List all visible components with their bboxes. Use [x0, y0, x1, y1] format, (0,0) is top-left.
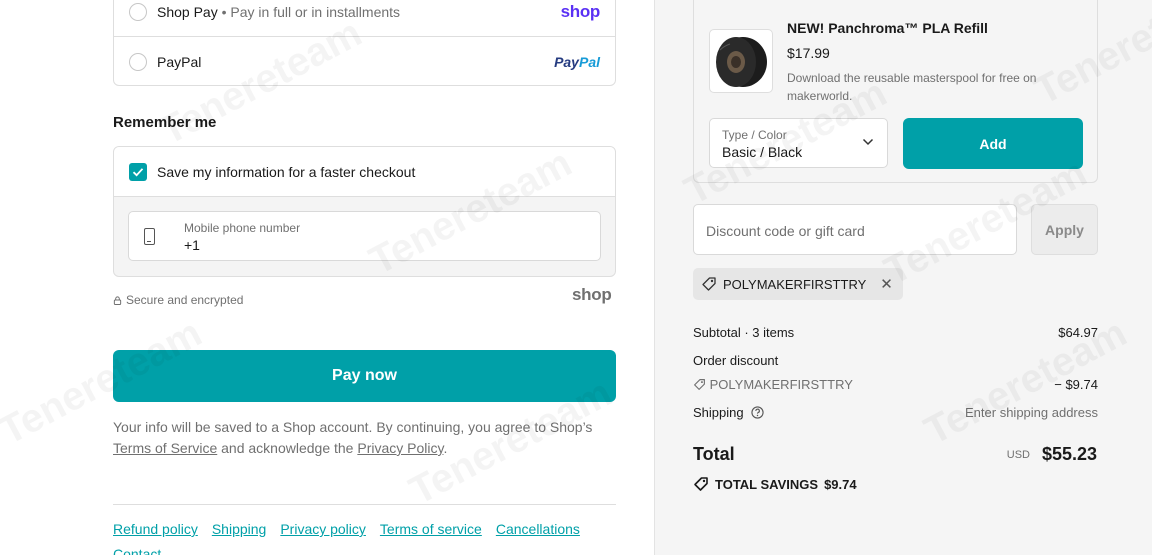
tag-icon [694, 379, 705, 390]
phone-label: Mobile phone number [184, 221, 301, 235]
remember-me-title: Remember me [113, 114, 217, 131]
total-label: Total [693, 444, 735, 464]
discount-amount: − $9.74 [1054, 377, 1098, 392]
remove-discount-icon[interactable]: ✕ [880, 275, 893, 293]
savings-value: $9.74 [824, 476, 857, 492]
subtotal-label: Subtotal · 3 items [693, 325, 795, 340]
help-icon[interactable] [751, 406, 764, 419]
order-discount-label: Order discount [693, 353, 779, 368]
save-info-label: Save my information for a faster checkou… [157, 164, 416, 180]
discount-code-input[interactable]: Discount code or gift card [693, 204, 1017, 255]
footer-divider [113, 504, 616, 505]
shop-pay-logo: shop [560, 1, 601, 21]
pay-now-button[interactable]: Pay now [113, 350, 616, 402]
privacy-policy-link[interactable]: Privacy Policy [357, 440, 443, 456]
check-icon [132, 168, 144, 177]
currency-code: USD [1006, 449, 1030, 461]
upsell-product-name: NEW! Panchroma™ PLA Refill [787, 20, 988, 36]
total-savings-row: TOTAL SAVINGS $9.74 [693, 476, 857, 492]
paypal-radio[interactable] [129, 53, 147, 71]
refund-policy-link[interactable]: Refund policy [113, 521, 198, 537]
add-upsell-button[interactable]: Add [903, 118, 1083, 169]
product-thumbnail [709, 29, 773, 93]
discount-placeholder: Discount code or gift card [706, 223, 865, 239]
subtotal-value: $64.97 [1058, 325, 1098, 340]
cancellations-link[interactable]: Cancellations [496, 521, 580, 537]
upsell-product-price: $17.99 [787, 45, 830, 61]
summary-discount-code: POLYMAKERFIRSTTRY [709, 377, 853, 392]
shop-logo: shop [572, 285, 612, 304]
chevron-down-icon [862, 138, 874, 146]
shop-pay-label: Shop Pay [157, 3, 218, 20]
savings-label: TOTAL SAVINGS [715, 476, 819, 492]
variant-label: Type / Color [722, 128, 787, 142]
shop-pay-radio[interactable] [129, 2, 147, 21]
footer-links: Refund policy Shipping Privacy policy Te… [113, 521, 580, 537]
privacy-policy-footer-link[interactable]: Privacy policy [280, 521, 366, 537]
shop-pay-sub: • Pay in full or in installments [221, 3, 401, 20]
phone-icon [144, 228, 155, 245]
terms-of-service-footer-link[interactable]: Terms of service [380, 521, 482, 537]
shipping-label: Shipping [693, 405, 744, 420]
terms-of-service-link[interactable]: Terms of Service [113, 440, 217, 456]
phone-value[interactable]: +1 [184, 237, 200, 253]
variant-select[interactable]: Type / Color Basic / Black [709, 118, 888, 168]
save-info-row[interactable]: Save my information for a faster checkou… [114, 147, 615, 197]
shop-pay-option[interactable]: Shop Pay • Pay in full or in installment… [114, 0, 615, 37]
shipping-link[interactable]: Shipping [212, 521, 267, 537]
order-summary: NEW! Panchroma™ PLA Refill $17.99 Downlo… [654, 0, 1152, 555]
shipping-value: Enter shipping address [965, 405, 1098, 420]
subtotal-row: Subtotal · 3 items $64.97 [693, 325, 1098, 340]
remember-me-box: Save my information for a faster checkou… [113, 146, 616, 277]
secure-note: Secure and encrypted [113, 293, 243, 307]
save-info-checkbox[interactable] [129, 163, 147, 181]
filament-spool-image [716, 37, 767, 87]
shipping-row: Shipping Enter shipping address [693, 405, 1098, 420]
paypal-logo: PayPal [554, 54, 600, 70]
contact-link[interactable]: Contact [113, 546, 161, 555]
upsell-product-description: Download the reusable masterspool for fr… [787, 71, 1037, 103]
discount-code-row: POLYMAKERFIRSTTRY − $9.74 [693, 377, 1098, 392]
upsell-card: NEW! Panchroma™ PLA Refill $17.99 Downlo… [693, 0, 1098, 183]
tag-icon [694, 477, 708, 491]
discount-code-text: POLYMAKERFIRSTTRY [723, 276, 867, 292]
shop-legal-text: Your info will be saved to a Shop accoun… [113, 419, 593, 456]
mobile-phone-field[interactable]: Mobile phone number +1 [128, 211, 601, 261]
lock-icon [113, 295, 122, 305]
secure-text: Secure and encrypted [126, 293, 244, 307]
order-discount-row: Order discount [693, 353, 1098, 368]
paypal-option[interactable]: PayPal PayPal [114, 37, 615, 87]
tag-icon [702, 277, 716, 291]
discount-code-chip: POLYMAKERFIRSTTRY ✕ [693, 268, 903, 300]
variant-value: Basic / Black [722, 144, 803, 160]
payment-methods: Shop Pay • Pay in full or in installment… [113, 0, 616, 86]
paypal-label: PayPal [157, 54, 202, 70]
apply-discount-button[interactable]: Apply [1031, 204, 1098, 255]
checkout-main: Shop Pay • Pay in full or in installment… [0, 0, 654, 555]
total-value: $55.23 [1041, 444, 1097, 464]
